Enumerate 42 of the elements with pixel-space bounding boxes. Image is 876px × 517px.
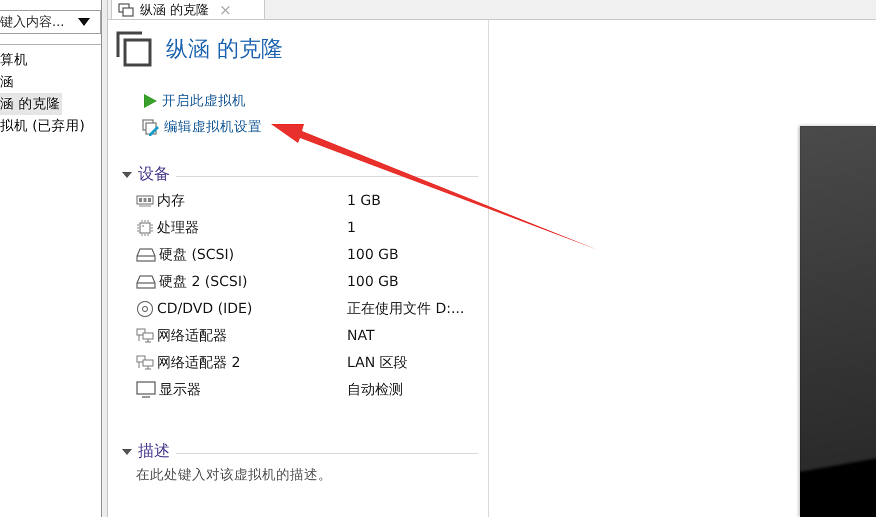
device-value: 100 GB (347, 274, 399, 290)
disc-icon (136, 300, 154, 318)
settings-edit-icon (142, 118, 160, 136)
caret-icon (78, 18, 90, 26)
device-name: 硬盘 (SCSI) (159, 246, 234, 264)
device-value: 1 GB (347, 192, 381, 208)
tab-title: 纵涵 的克隆 (140, 2, 210, 18)
edit-settings-link[interactable]: 编辑虚拟机设置 (142, 116, 262, 138)
vm-title: 纵涵 的克隆 (166, 36, 283, 64)
device-name: 网络适配器 2 (157, 354, 240, 372)
section-title: 设备 (138, 164, 170, 185)
device-value: 自动检测 (347, 380, 403, 398)
processor-icon (136, 218, 154, 236)
section-title: 描述 (138, 441, 170, 462)
device-value: NAT (347, 328, 375, 344)
device-name: 硬盘 2 (SCSI) (159, 272, 248, 290)
search-field[interactable]: 键入内容... (0, 10, 101, 34)
network-icon (136, 354, 154, 370)
power-on-link[interactable]: 开启此虚拟机 (142, 90, 246, 112)
device-value: 100 GB (347, 246, 399, 262)
tree-item[interactable]: 涵 的克隆 (0, 93, 62, 115)
vm-icon (116, 31, 152, 67)
vm-tab[interactable]: 纵涵 的克隆 × (111, 0, 265, 19)
device-value: 正在使用文件 D:... (347, 300, 464, 318)
tree-item[interactable]: 涵 (0, 71, 16, 93)
play-icon (142, 93, 158, 109)
memory-icon (136, 194, 154, 206)
description-placeholder[interactable]: 在此处键入对该虚拟机的描述。 (114, 466, 332, 484)
device-name: 显示器 (159, 380, 201, 398)
device-name: 内存 (157, 192, 185, 210)
monitor-icon (136, 381, 156, 398)
vm-icon (118, 2, 134, 16)
device-name: CD/DVD (IDE) (157, 300, 252, 316)
collapse-icon[interactable] (122, 446, 132, 456)
collapse-icon[interactable] (122, 170, 132, 180)
device-name: 网络适配器 (157, 326, 227, 344)
device-name: 处理器 (157, 218, 199, 236)
device-value: LAN 区段 (347, 354, 408, 372)
tree-item[interactable]: 拟机 (已弃用) (0, 115, 87, 137)
tree-item[interactable]: 算机 (0, 49, 30, 71)
network-icon (136, 328, 154, 344)
device-value: 1 (347, 220, 356, 236)
